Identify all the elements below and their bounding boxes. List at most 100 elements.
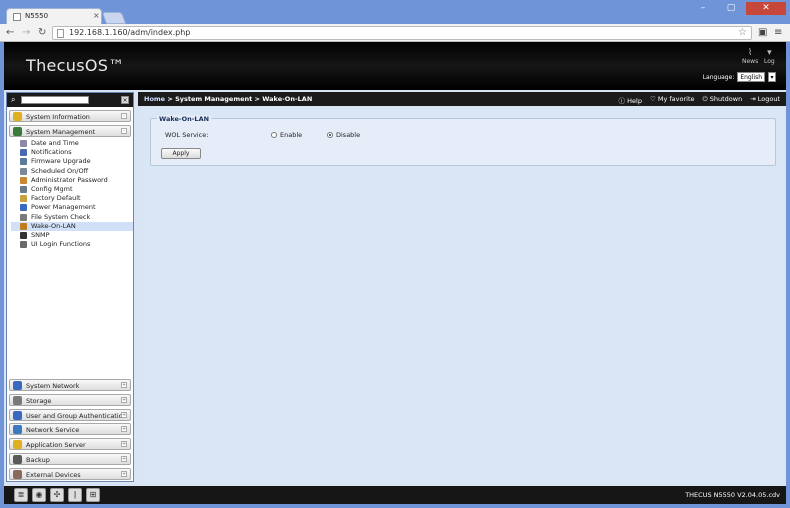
category-icon: [13, 127, 22, 136]
category-icon: [13, 112, 22, 121]
sidebar-item[interactable]: Config Mgmt: [11, 185, 133, 194]
sidebar-item[interactable]: Date and Time: [11, 139, 133, 148]
category-label: Application Server: [26, 441, 86, 450]
category-icon: [13, 425, 22, 435]
item-icon: [20, 204, 27, 212]
category-label: System Information: [26, 113, 90, 121]
temperature-icon[interactable]: ǀ: [68, 488, 82, 502]
chat-icon: ▾: [767, 48, 772, 58]
breadcrumb-home[interactable]: Home: [144, 95, 165, 103]
logout-button[interactable]: ⇥ Logout: [750, 95, 780, 105]
sidebar-item[interactable]: Administrator Password: [11, 176, 133, 185]
expand-icon[interactable]: +: [121, 456, 127, 462]
apply-button[interactable]: Apply: [161, 148, 201, 159]
sidebar-category[interactable]: System Management -: [9, 125, 131, 137]
sidebar-search: ⌕ ×: [7, 93, 133, 107]
close-window-icon[interactable]: ✕: [746, 2, 786, 15]
page-icon: [57, 29, 64, 38]
sidebar-item[interactable]: Power Management: [11, 203, 133, 212]
category-label: System Network: [26, 382, 80, 390]
sidebar-item[interactable]: UI Login Functions: [11, 240, 133, 249]
disable-radio[interactable]: Disable: [327, 131, 360, 139]
browser-toolbar: ← → ↻ 192.168.1.160/adm/index.php ☆ ▣ ≡: [0, 24, 790, 42]
sidebar-item-label: Date and Time: [31, 139, 79, 147]
sidebar-item-label: Config Mgmt: [31, 185, 73, 193]
footer-bar: ≣ ◉ ✣ ǀ ⊞ THECUS N5550 V2.04.05.cdv: [4, 486, 786, 504]
search-clear-button[interactable]: ×: [121, 96, 129, 104]
collapse-icon[interactable]: -: [121, 113, 127, 119]
log-label: Log: [764, 58, 775, 65]
sidebar-item-label: Wake-On-LAN: [31, 221, 76, 230]
forward-icon[interactable]: →: [22, 26, 30, 40]
chevron-down-icon[interactable]: ▾: [768, 72, 776, 82]
tab-title: N5550: [25, 12, 49, 20]
sidebar-category[interactable]: Storage +: [9, 393, 131, 406]
list-icon[interactable]: ≣: [14, 488, 28, 502]
sidebar-item[interactable]: Scheduled On/Off: [11, 167, 133, 176]
close-tab-icon[interactable]: ×: [93, 11, 100, 20]
log-button[interactable]: ▾ Log: [764, 48, 775, 65]
sidebar-item[interactable]: SNMP: [11, 231, 133, 240]
expand-icon[interactable]: +: [121, 426, 127, 433]
expand-icon[interactable]: +: [121, 441, 127, 448]
sidebar-category[interactable]: System Information -: [9, 110, 131, 122]
sidebar-category[interactable]: Application Server +: [9, 438, 131, 451]
category-icon: [13, 395, 22, 405]
new-tab-button[interactable]: [101, 12, 127, 24]
collapse-icon[interactable]: -: [121, 128, 127, 134]
item-icon: [20, 158, 27, 166]
category-label: External Devices: [26, 470, 81, 479]
expand-icon[interactable]: +: [121, 382, 127, 388]
panel-title: Wake-On-LAN: [157, 115, 212, 123]
item-icon: [20, 241, 27, 249]
help-button[interactable]: ⓘ Help: [619, 95, 642, 105]
item-icon: [20, 232, 27, 239]
item-icon: [20, 222, 27, 230]
language-select[interactable]: English: [737, 72, 765, 82]
maximize-icon[interactable]: ▢: [718, 2, 744, 15]
minimize-icon[interactable]: –: [690, 2, 716, 15]
wol-service-label: WOL Service:: [165, 131, 209, 139]
sidebar-item[interactable]: Factory Default: [11, 194, 133, 203]
sidebar-category[interactable]: System Network +: [9, 379, 131, 391]
back-icon[interactable]: ←: [6, 26, 14, 40]
top-tools: ⓘ Help ♡ My favorite ⏻ Shutdown ⇥ Logout: [619, 95, 780, 105]
network-icon[interactable]: ⊞: [86, 488, 100, 502]
item-icon: [20, 167, 27, 175]
favorite-button[interactable]: ♡ My favorite: [650, 95, 695, 105]
logout-label: Logout: [757, 95, 780, 103]
camera-icon[interactable]: ◉: [32, 488, 46, 502]
reload-icon[interactable]: ↻: [38, 26, 46, 40]
sidebar-item[interactable]: Wake-On-LAN: [11, 221, 133, 231]
sidebar-category[interactable]: External Devices +: [9, 467, 131, 480]
sidebar-item[interactable]: Firmware Upgrade: [11, 157, 133, 166]
sidebar-category[interactable]: Network Service +: [9, 423, 131, 436]
fan-icon[interactable]: ✣: [50, 488, 64, 502]
search-input[interactable]: [21, 96, 89, 104]
category-icon: [13, 469, 22, 479]
url-text: 192.168.1.160/adm/index.php: [69, 28, 191, 37]
address-bar[interactable]: 192.168.1.160/adm/index.php ☆: [52, 26, 752, 40]
shutdown-button[interactable]: ⏻ Shutdown: [703, 95, 743, 105]
enable-radio[interactable]: Enable: [271, 131, 302, 139]
favorite-label: My favorite: [657, 95, 695, 103]
expand-icon[interactable]: +: [121, 411, 127, 418]
bookmark-star-icon[interactable]: ☆: [738, 27, 747, 38]
menu-icon[interactable]: ≡: [774, 26, 782, 40]
sidebar-item[interactable]: Notifications: [11, 148, 133, 157]
version-text: THECUS N5550 V2.04.05.cdv: [685, 491, 780, 499]
sidebar-item-label: Firmware Upgrade: [31, 157, 91, 166]
browser-tab[interactable]: N5550 ×: [6, 8, 102, 24]
sidebar-item[interactable]: File System Check: [11, 213, 133, 222]
news-button[interactable]: ⌇ News: [742, 48, 758, 65]
sidebar-category[interactable]: Backup +: [9, 453, 131, 465]
extension-icon[interactable]: ▣: [758, 26, 767, 40]
radio-selected-icon: [327, 132, 333, 138]
expand-icon[interactable]: +: [121, 396, 127, 403]
sidebar-item-label: Notifications: [31, 148, 72, 157]
sidebar-item-label: Administrator Password: [31, 175, 108, 184]
expand-icon[interactable]: +: [121, 470, 127, 477]
category-label: Storage: [26, 396, 52, 405]
sidebar-category[interactable]: User and Group Authentication +: [9, 408, 131, 421]
category-label: Backup: [26, 456, 50, 464]
